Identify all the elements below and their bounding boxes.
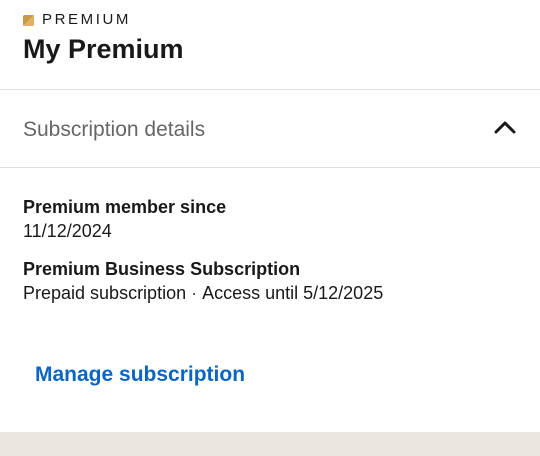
page-header: PREMIUM My Premium — [0, 0, 540, 89]
member-since-label: Premium member since — [23, 197, 227, 217]
separator-dot: · — [191, 283, 198, 303]
plan-details: Prepaid subscription · Access until 5/12/2… — [23, 282, 383, 304]
subscription-details-toggle[interactable]: Subscription details — [0, 90, 540, 167]
subscription-details-title: Subscription details — [23, 118, 206, 141]
manage-subscription-link[interactable]: Manage subscription — [35, 362, 245, 388]
plan-name: Premium Business Subscription — [23, 259, 301, 279]
premium-brand: PREMIUM — [23, 11, 131, 29]
access-until: Access until 5/12/2025 — [202, 283, 384, 303]
section-divider — [0, 167, 540, 168]
plan-type: Prepaid subscription — [23, 283, 187, 303]
footer-band — [0, 432, 540, 456]
premium-label: PREMIUM — [42, 11, 132, 28]
premium-square-icon — [23, 14, 34, 26]
page-title: My Premium — [23, 34, 184, 64]
member-since-value: 11/12/2024 — [23, 221, 112, 241]
chevron-up-icon[interactable] — [494, 120, 516, 134]
my-premium-page: PREMIUM My Premium Subscription details … — [0, 0, 540, 456]
